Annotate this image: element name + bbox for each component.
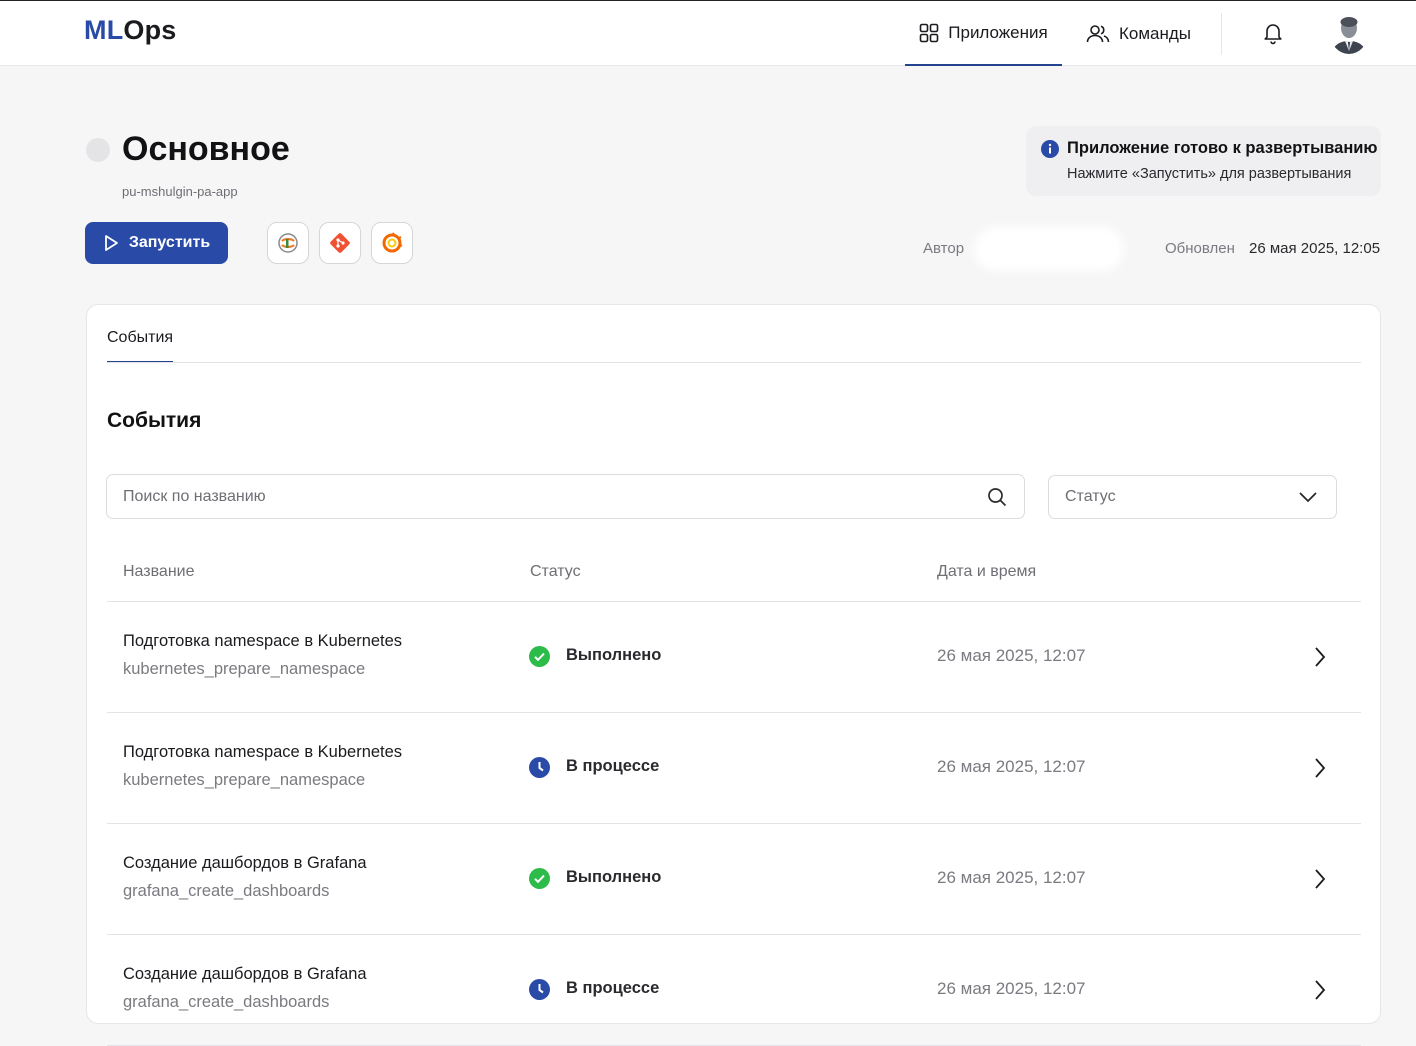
updated-label: Обновлен bbox=[1165, 240, 1235, 257]
bell-icon[interactable] bbox=[1261, 21, 1285, 45]
nav-item-label: Команды bbox=[1119, 23, 1192, 43]
search-input[interactable] bbox=[123, 475, 963, 518]
chevron-right-icon[interactable] bbox=[1314, 757, 1326, 779]
event-datetime: 26 мая 2025, 12:07 bbox=[937, 979, 1086, 998]
clock-icon bbox=[529, 979, 550, 1000]
event-code: kubernetes_prepare_namespace bbox=[123, 771, 366, 789]
play-icon bbox=[104, 235, 118, 251]
event-code: grafana_create_dashboards bbox=[123, 993, 330, 1011]
nav-item-teams[interactable]: Команды bbox=[1086, 1, 1191, 66]
table-row[interactable]: Создание дашбордов в Grafana grafana_cre… bbox=[107, 824, 1361, 935]
table-row[interactable]: Подготовка namespace в Kubernetes kubern… bbox=[107, 602, 1361, 713]
git-button[interactable] bbox=[319, 222, 361, 264]
app-identifier: pu-mshulgin-pa-app bbox=[122, 184, 238, 199]
jupyter-icon bbox=[278, 233, 298, 253]
updated-value: 26 мая 2025, 12:05 bbox=[1249, 240, 1381, 257]
chevron-right-icon[interactable] bbox=[1314, 868, 1326, 890]
notice-text: Нажмите «Запустить» для развертывания bbox=[1067, 166, 1352, 182]
chevron-right-icon[interactable] bbox=[1314, 979, 1326, 1001]
event-name: Подготовка namespace в Kubernetes bbox=[123, 632, 403, 650]
author-name-redacted bbox=[980, 233, 1118, 265]
avatar-image bbox=[1330, 12, 1368, 54]
check-circle-icon bbox=[529, 646, 550, 667]
tabs-divider bbox=[107, 362, 1361, 363]
nav-divider bbox=[1221, 13, 1222, 55]
run-button[interactable]: Запустить bbox=[85, 222, 228, 264]
event-status: Выполнено bbox=[566, 868, 662, 886]
search-field bbox=[106, 474, 1025, 519]
nav-item-label: Приложения bbox=[948, 22, 1048, 42]
chevron-down-icon bbox=[1299, 492, 1317, 503]
git-icon bbox=[330, 233, 350, 253]
jupyter-button[interactable] bbox=[267, 222, 309, 264]
deploy-ready-notice: Приложение готово к развертыванию Нажмит… bbox=[1026, 126, 1381, 196]
notice-title: Приложение готово к развертыванию bbox=[1067, 139, 1378, 157]
search-icon[interactable] bbox=[987, 487, 1007, 507]
event-code: kubernetes_prepare_namespace bbox=[123, 660, 366, 678]
event-datetime: 26 мая 2025, 12:07 bbox=[937, 868, 1086, 887]
event-code: grafana_create_dashboards bbox=[123, 882, 330, 900]
author-label: Автор bbox=[923, 240, 965, 257]
event-status: В процессе bbox=[566, 979, 660, 997]
events-section-title: События bbox=[107, 409, 202, 432]
event-datetime: 26 мая 2025, 12:07 bbox=[937, 757, 1086, 776]
grafana-button[interactable] bbox=[371, 222, 413, 264]
grid-icon bbox=[919, 23, 939, 42]
tab-events[interactable]: События bbox=[107, 329, 174, 363]
table-row[interactable]: Подготовка namespace в Kubernetes kubern… bbox=[107, 713, 1361, 824]
events-card: События События Статус Название Статус Д… bbox=[86, 304, 1381, 1046]
top-navbar: MLOps Приложения Команды bbox=[0, 0, 1416, 66]
status-filter-select[interactable]: Статус bbox=[1048, 475, 1337, 519]
column-header-name: Название bbox=[123, 563, 195, 580]
event-status: Выполнено bbox=[566, 646, 662, 664]
event-status: В процессе bbox=[566, 757, 660, 775]
grafana-icon bbox=[382, 232, 403, 253]
column-header-status: Статус bbox=[530, 563, 581, 580]
info-icon bbox=[1041, 140, 1059, 158]
event-name: Создание дашбордов в Grafana bbox=[123, 854, 367, 872]
logo-ml-text: ML bbox=[84, 15, 124, 45]
users-icon bbox=[1086, 24, 1110, 42]
event-datetime: 26 мая 2025, 12:07 bbox=[937, 646, 1086, 665]
nav-item-applications[interactable]: Приложения bbox=[905, 1, 1062, 66]
check-circle-icon bbox=[529, 868, 550, 889]
page-title: Основное bbox=[122, 130, 290, 168]
clock-icon bbox=[529, 757, 550, 778]
event-name: Создание дашбордов в Grafana bbox=[123, 965, 367, 983]
table-row[interactable]: Создание дашбордов в Grafana grafana_cre… bbox=[107, 935, 1361, 1046]
column-header-datetime: Дата и время bbox=[937, 563, 1037, 580]
app-status-indicator bbox=[86, 138, 110, 162]
status-filter-value: Статус bbox=[1065, 488, 1116, 505]
event-name: Подготовка namespace в Kubernetes bbox=[123, 743, 403, 761]
run-button-label: Запустить bbox=[128, 234, 211, 251]
logo-ops-text: Ops bbox=[123, 15, 177, 45]
chevron-right-icon[interactable] bbox=[1314, 646, 1326, 668]
user-avatar[interactable] bbox=[1330, 12, 1368, 54]
app-logo[interactable]: MLOps bbox=[84, 15, 177, 46]
